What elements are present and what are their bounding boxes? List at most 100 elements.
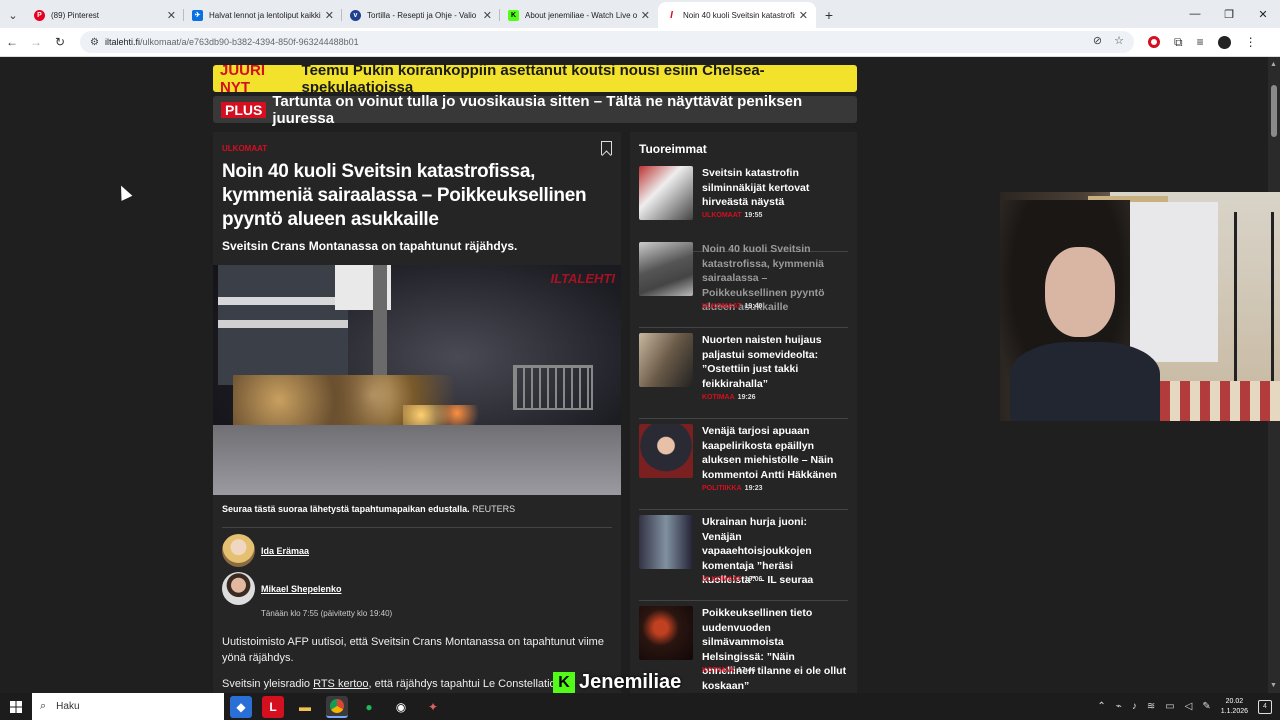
tab-iltalehti[interactable]: I Noin 40 kuoli Sveitsin katastrofissa ✕ — [658, 2, 816, 28]
restore-button[interactable]: ❐ — [1212, 0, 1246, 28]
system-tray: ⌃ ⌁ ♪ ≋ ▭ ◁ ✎ 20.02 1.1.2026 4 — [1097, 693, 1280, 720]
news-item[interactable]: Nuorten naisten huijaus paljastui somevi… — [639, 333, 848, 419]
window-controls: — ❐ ✕ — [1178, 0, 1280, 28]
address-bar[interactable]: ⚙ iltalehti.fi/ulkomaat/a/e763db90-b382-… — [80, 31, 1134, 53]
news-title: Venäjä tarjosi apuaan kaapelirikosta epä… — [702, 425, 837, 481]
article-headline: Noin 40 kuoli Sveitsin katastrofissa, ky… — [222, 161, 587, 230]
streamer-name-overlay: K Jenemiliae — [553, 671, 681, 694]
face-shape — [1045, 247, 1115, 337]
news-time: 19:06 — [744, 576, 763, 583]
puzzle-icon[interactable]: ⧉ — [1174, 35, 1183, 50]
news-meta: KOTIMAA 19:26 — [702, 394, 756, 401]
url-path: /ulkomaat/a/e763db90-b382-4394-850f-9632… — [139, 37, 359, 47]
news-meta: ULKOMAAT 19:06 — [702, 576, 762, 583]
pen-icon[interactable]: ✎ — [1202, 701, 1210, 712]
close-icon[interactable]: ✕ — [483, 9, 492, 22]
news-time: 19:55 — [744, 212, 763, 219]
divider — [222, 527, 612, 528]
news-item[interactable]: Sveitsin katastrofin silminnäkijät kerto… — [639, 166, 848, 252]
tab-title: Tortilla - Resepti ja Ohje - Valio — [367, 10, 477, 20]
microphone-icon[interactable]: ♪ — [1132, 701, 1137, 712]
tab-title: About jenemiliae - Watch Live on Kick — [525, 10, 637, 20]
clock[interactable]: 20.02 1.1.2026 — [1221, 697, 1248, 717]
spotify-icon[interactable]: ● — [358, 696, 380, 718]
scroll-up-icon[interactable]: ▲ — [1270, 61, 1277, 68]
news-category: ULKOMAAT — [702, 576, 742, 583]
display-icon[interactable]: ▭ — [1165, 701, 1174, 712]
notification-badge[interactable]: 4 — [1258, 699, 1272, 714]
publish-date: Tänään klo 7:55 (päivitetty klo 19:40) — [261, 609, 393, 618]
profile-avatar[interactable] — [1217, 35, 1231, 49]
kick-logo-icon: K — [553, 671, 575, 694]
network-icon[interactable]: ⌁ — [1116, 701, 1122, 712]
breaking-tag: JUURI NYT — [220, 61, 266, 96]
news-meta: ULKOMAAT 19:40 — [702, 303, 762, 310]
plus-banner[interactable]: PLUS Tartunta on voinut tulla jo vuosika… — [213, 93, 857, 127]
lastpass-icon[interactable]: L — [262, 695, 284, 718]
article-paragraph: Sveitsin yleisradio RTS kertoo, että räj… — [222, 676, 607, 692]
tab-search-button[interactable]: ⌄ — [0, 2, 26, 28]
site-info-icon[interactable]: ⚙ — [90, 37, 99, 48]
author-name-link[interactable]: Ida Erämaa — [261, 546, 309, 556]
close-window-button[interactable]: ✕ — [1246, 0, 1280, 28]
app-icon[interactable]: ✦ — [422, 696, 444, 718]
new-tab-button[interactable]: + — [816, 2, 842, 28]
taskbar-search[interactable]: ⌕ Haku — [32, 693, 224, 720]
news-category: ULKOMAAT — [702, 303, 742, 310]
wifi-icon[interactable]: ≋ — [1147, 701, 1155, 712]
fence-shape — [513, 365, 593, 410]
news-item[interactable]: Ukrainan hurja juoni: Venäjän vapaaehtoi… — [639, 515, 848, 601]
url-host: iltalehti.fi — [104, 37, 140, 47]
chrome-icon[interactable] — [326, 695, 348, 718]
reload-button[interactable]: ↻ — [48, 30, 72, 54]
news-item[interactable]: Venäjä tarjosi apuaan kaapelirikosta epä… — [639, 424, 848, 510]
scrollbar-thumb[interactable] — [1271, 85, 1277, 137]
close-icon[interactable]: ✕ — [799, 9, 808, 22]
tab-kick[interactable]: K About jenemiliae - Watch Live on Kick … — [500, 2, 658, 28]
opera-icon[interactable] — [1148, 36, 1160, 48]
news-category: KOTIMAA — [702, 394, 735, 401]
news-meta: POLITIIKKA 19:23 — [702, 485, 763, 492]
latest-news-sidebar: Tuoreimmat Sveitsin katastrofin silminnä… — [630, 132, 857, 693]
rts-link[interactable]: RTS kertoo — [313, 678, 368, 690]
volume-icon[interactable]: ◁ — [1185, 701, 1193, 712]
caption-source: REUTERS — [472, 504, 516, 514]
candles-shape — [403, 405, 493, 425]
author-name-link[interactable]: Mikael Shepelenko — [261, 584, 342, 594]
windows-logo-icon — [10, 700, 22, 713]
body-shape — [1010, 342, 1160, 421]
author-avatar — [222, 572, 255, 605]
obs-icon[interactable]: ◉ — [390, 696, 412, 718]
tab-valio[interactable]: v Tortilla - Resepti ja Ohje - Valio ✕ — [342, 2, 500, 28]
folder-icon[interactable]: ▬ — [294, 696, 316, 718]
building-shape — [218, 265, 348, 385]
start-button[interactable] — [0, 693, 32, 720]
pinterest-icon: P — [34, 9, 45, 21]
tab-pinterest[interactable]: P (89) Pinterest ✕ — [26, 2, 184, 28]
image-watermark: ILTALEHTI — [550, 271, 615, 286]
taskbar-apps: ◆ L ▬ ● ◉ ✦ — [230, 695, 444, 718]
news-item[interactable]: Noin 40 kuoli Sveitsin katastrofissa, ky… — [639, 242, 848, 328]
breaking-news-banner[interactable]: JUURI NYT Teemu Pukin koirankoppiin aset… — [213, 62, 857, 96]
news-meta: KOTIMAA 17:46 — [702, 667, 756, 674]
minimize-button[interactable]: — — [1178, 0, 1212, 28]
menu-icon[interactable]: ⋮ — [1245, 35, 1257, 49]
tab-flights[interactable]: ✈ Halvat lennot ja lentoliput kaikki ✕ — [184, 2, 342, 28]
bookmark-icon[interactable] — [601, 141, 612, 155]
close-icon[interactable]: ✕ — [325, 9, 334, 22]
forward-button[interactable]: → — [24, 30, 48, 54]
article-image[interactable]: ILTALEHTI — [213, 265, 621, 495]
plus-text: Tartunta on voinut tulla jo vuosikausia … — [272, 92, 803, 127]
news-title: Poikkeuksellinen tieto uudenvuoden silmä… — [702, 607, 847, 692]
article-section[interactable]: ULKOMAAT — [222, 144, 267, 153]
news-thumbnail — [639, 166, 693, 220]
back-button[interactable]: ← — [0, 30, 24, 54]
eye-slash-icon[interactable]: ⊘ — [1093, 34, 1102, 47]
scroll-down-icon[interactable]: ▼ — [1270, 682, 1277, 689]
media-icon[interactable]: ≡ — [1197, 35, 1204, 49]
widget-icon[interactable]: ◆ — [230, 695, 252, 718]
star-icon[interactable]: ☆ — [1114, 34, 1124, 47]
close-icon[interactable]: ✕ — [167, 9, 176, 22]
close-icon[interactable]: ✕ — [641, 9, 650, 22]
chevron-up-icon[interactable]: ⌃ — [1097, 701, 1105, 712]
